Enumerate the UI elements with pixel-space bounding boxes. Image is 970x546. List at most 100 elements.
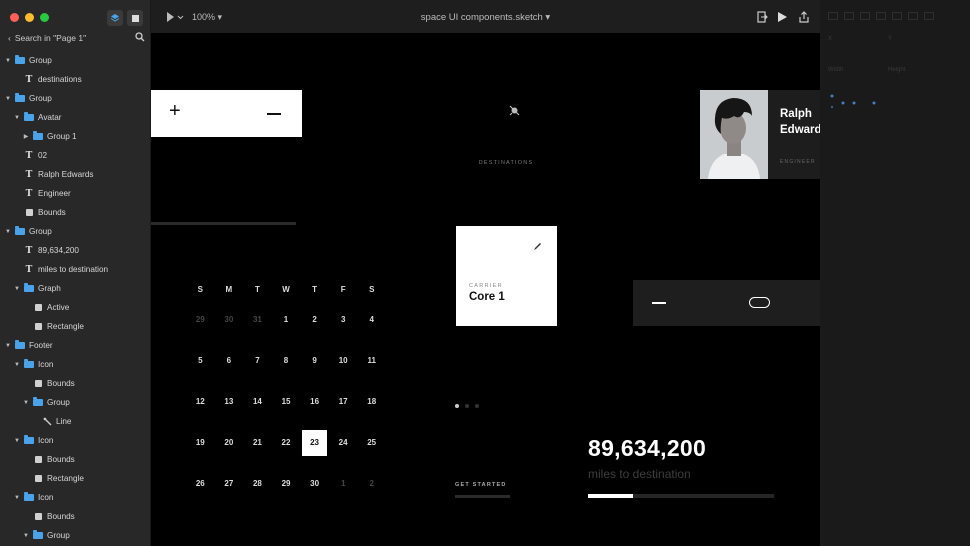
layer-row[interactable]: Bounds xyxy=(0,374,151,393)
layer-row[interactable]: ▼ Group xyxy=(0,89,151,108)
calendar-day[interactable]: 27 xyxy=(215,479,244,488)
calendar-day[interactable]: 21 xyxy=(243,438,272,447)
layer-row[interactable]: T Engineer xyxy=(0,184,151,203)
layer-row[interactable]: ▼ Icon xyxy=(0,355,151,374)
components-view-button[interactable] xyxy=(127,10,143,26)
disclosure-expanded-icon[interactable]: ▼ xyxy=(22,533,30,539)
artboard-canvas[interactable]: + S M T W T F S 29 30 31 1 2 3 4 5 6 7 8 9 10 11 12 13 14 15 16 17… xyxy=(151,33,820,546)
disclosure-expanded-icon[interactable]: ▼ xyxy=(13,438,21,444)
calendar-day[interactable]: 13 xyxy=(215,397,244,406)
calendar-day[interactable]: 22 xyxy=(272,438,301,447)
height-field[interactable] xyxy=(888,77,938,86)
calendar-day[interactable]: 9 xyxy=(300,356,329,365)
disclosure-collapsed-icon[interactable]: ▶ xyxy=(22,133,30,140)
calendar-day[interactable]: 31 xyxy=(243,315,272,324)
calendar-day[interactable]: 16 xyxy=(300,397,329,406)
layers-view-button[interactable] xyxy=(107,10,123,26)
carousel-dot[interactable] xyxy=(465,404,469,408)
calendar-day[interactable]: 30 xyxy=(300,479,329,488)
disclosure-expanded-icon[interactable]: ▼ xyxy=(13,115,21,121)
minimize-window-button[interactable] xyxy=(25,13,34,22)
pencil-icon[interactable] xyxy=(533,242,542,251)
pill-toggle-icon[interactable] xyxy=(749,297,770,308)
minus-icon[interactable] xyxy=(652,302,666,304)
get-started-label[interactable]: GET STARTED xyxy=(455,482,507,488)
disclosure-expanded-icon[interactable]: ▼ xyxy=(4,58,12,64)
profile-card[interactable]: Ralph Edwards ENGINEER xyxy=(700,90,820,179)
mirror-button[interactable] xyxy=(755,10,768,23)
calendar-day[interactable]: 29 xyxy=(272,479,301,488)
calendar-day[interactable]: 25 xyxy=(357,438,386,447)
calendar-day[interactable]: 5 xyxy=(186,356,215,365)
calendar-day[interactable]: 4 xyxy=(357,315,386,324)
layer-row[interactable]: Bounds xyxy=(0,203,151,222)
layer-row[interactable]: ▼ Group xyxy=(0,393,151,412)
distribute-icon[interactable] xyxy=(924,12,934,20)
layer-row[interactable]: ▼ Group xyxy=(0,526,151,545)
layer-row[interactable]: Active xyxy=(0,298,151,317)
layer-row[interactable]: Rectangle xyxy=(0,469,151,488)
y-field[interactable] xyxy=(888,46,938,55)
calendar-day[interactable]: 6 xyxy=(215,356,244,365)
layer-row[interactable]: Bounds xyxy=(0,450,151,469)
layer-row[interactable]: ▼ Icon xyxy=(0,431,151,450)
calendar-day[interactable]: 3 xyxy=(329,315,358,324)
disclosure-expanded-icon[interactable]: ▼ xyxy=(4,96,12,102)
disclosure-expanded-icon[interactable]: ▼ xyxy=(13,362,21,368)
maximize-window-button[interactable] xyxy=(40,13,49,22)
minus-icon[interactable] xyxy=(267,113,281,115)
calendar-day[interactable]: 15 xyxy=(272,397,301,406)
calendar-day[interactable]: 17 xyxy=(329,397,358,406)
layer-row[interactable]: Tdestinations xyxy=(0,70,151,89)
align-right-icon[interactable] xyxy=(860,12,870,20)
document-title[interactable]: space UI components.sketch ▾ xyxy=(151,12,820,23)
layer-row[interactable]: T 89,634,200 xyxy=(0,241,151,260)
calendar-day[interactable]: 2 xyxy=(357,479,386,488)
layer-row[interactable]: Rectangle xyxy=(0,317,151,336)
calendar-day[interactable]: 26 xyxy=(186,479,215,488)
align-center-icon[interactable] xyxy=(844,12,854,20)
stepper-component[interactable]: + xyxy=(151,90,302,137)
layer-row[interactable]: ▼ Group xyxy=(0,51,151,70)
calendar-day[interactable]: 28 xyxy=(243,479,272,488)
calendar-day[interactable]: 10 xyxy=(329,356,358,365)
close-window-button[interactable] xyxy=(10,13,19,22)
layer-row[interactable]: ▼ Footer xyxy=(0,336,151,355)
plus-icon[interactable]: + xyxy=(169,100,181,123)
carousel-dot[interactable] xyxy=(475,404,479,408)
calendar-day[interactable]: 29 xyxy=(186,315,215,324)
layer-row[interactable]: ▼ Group xyxy=(0,222,151,241)
carrier-card[interactable]: CARRIER Core 1 xyxy=(456,226,557,326)
layer-row[interactable]: Line xyxy=(0,412,151,431)
layer-row[interactable]: T Ralph Edwards xyxy=(0,165,151,184)
chevron-left-icon[interactable]: ‹ xyxy=(8,33,11,43)
disclosure-expanded-icon[interactable]: ▼ xyxy=(22,400,30,406)
toggle-bar-component[interactable] xyxy=(633,280,820,326)
align-left-icon[interactable] xyxy=(828,12,838,20)
width-field[interactable] xyxy=(828,77,878,86)
align-top-icon[interactable] xyxy=(876,12,886,20)
calendar-day[interactable]: 12 xyxy=(186,397,215,406)
calendar-day[interactable]: 20 xyxy=(215,438,244,447)
search-icon[interactable] xyxy=(135,32,145,42)
calendar-day[interactable]: 14 xyxy=(243,397,272,406)
layer-row[interactable]: ▼ Icon xyxy=(0,488,151,507)
calendar-day[interactable]: 18 xyxy=(357,397,386,406)
disclosure-expanded-icon[interactable]: ▼ xyxy=(4,343,12,349)
disclosure-expanded-icon[interactable]: ▼ xyxy=(13,495,21,501)
calendar-day[interactable]: 30 xyxy=(215,315,244,324)
layer-row[interactable]: ▼ Graph xyxy=(0,279,151,298)
disclosure-expanded-icon[interactable]: ▼ xyxy=(4,229,12,235)
calendar-day[interactable]: 2 xyxy=(300,315,329,324)
share-button[interactable] xyxy=(797,10,810,23)
calendar-day[interactable]: 1 xyxy=(272,315,301,324)
layer-row[interactable]: T 02 xyxy=(0,146,151,165)
calendar-day[interactable]: 1 xyxy=(329,479,358,488)
layer-search[interactable]: ‹ Search in "Page 1" xyxy=(0,30,151,46)
calendar-day[interactable]: 24 xyxy=(329,438,358,447)
align-middle-icon[interactable] xyxy=(892,12,902,20)
layer-row[interactable]: ▶ Group 1 xyxy=(0,127,151,146)
x-field[interactable] xyxy=(828,46,878,55)
layer-row[interactable]: Bounds xyxy=(0,507,151,526)
layer-row[interactable]: ▼ Avatar xyxy=(0,108,151,127)
